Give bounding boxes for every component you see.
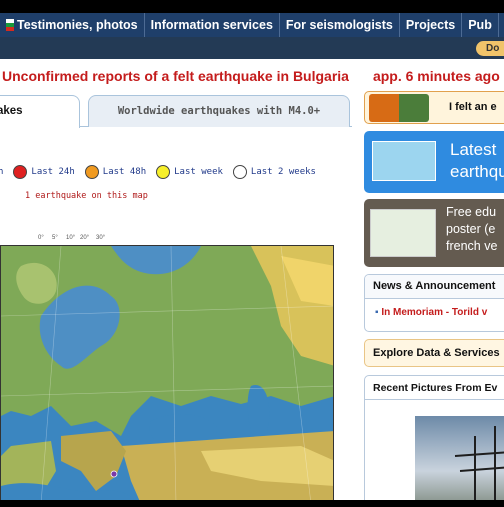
graticule-label: 30°: [96, 235, 106, 241]
poster-text: Free edu poster (e french ve: [446, 204, 497, 255]
graticule-label: 0°: [38, 235, 44, 241]
earthquake-map[interactable]: [0, 245, 334, 500]
tab-worldwide-earthquakes[interactable]: Worldwide earthquakes with M4.0+: [88, 95, 350, 127]
graticule-label: 20°: [80, 235, 90, 241]
power-lines-image: [454, 426, 504, 500]
poster-line-1: Free edu: [446, 205, 497, 219]
nav-item-information-services[interactable]: Information services: [145, 13, 280, 37]
felt-label: I felt an e: [449, 101, 497, 113]
news-heading: News & Announcement: [365, 275, 504, 299]
legend-dot-week-icon: [156, 165, 171, 179]
legend-label-48h: Last 48h: [102, 167, 147, 177]
graticule-label: 10°: [66, 235, 76, 241]
pictures-heading: Recent Pictures From Ev: [365, 376, 504, 400]
nav-item-seismologists[interactable]: For seismologists: [280, 13, 400, 37]
earthquake-count: 1 earthquake on this map: [25, 191, 148, 201]
browser-viewport: Testimonies, photos Information services…: [0, 13, 504, 500]
legend-dot-24h-icon: [13, 165, 28, 179]
banner-time: app. 6 minutes ago: [372, 68, 500, 84]
legend-label-24h: Last 24h: [31, 167, 75, 177]
news-announcements-panel: News & Announcement ▪ In Memoriam - Tori…: [364, 274, 504, 332]
explore-heading: Explore Data & Services: [373, 347, 500, 359]
free-poster-panel[interactable]: Free edu poster (e french ve: [364, 199, 504, 267]
latest-line-2: earthqu: [450, 162, 504, 181]
nav-item-projects[interactable]: Projects: [400, 13, 463, 37]
legend-label-partial: h: [0, 167, 4, 177]
explore-data-panel[interactable]: Explore Data & Services: [364, 339, 504, 367]
latest-title: Latest earthqu: [450, 139, 504, 183]
poster-thumbnail: [370, 209, 436, 257]
legend-dot-2weeks-icon: [232, 165, 247, 179]
nav-item-testimonies[interactable]: Testimonies, photos: [0, 13, 145, 37]
world-map-thumbnail: [372, 141, 436, 181]
legend-label-2weeks: Last 2 weeks: [250, 167, 316, 177]
map-relief-image: [1, 246, 333, 500]
bulgaria-flag-icon: [6, 19, 14, 31]
recent-pictures-panel: Recent Pictures From Ev: [364, 375, 504, 500]
felt-earthquake-icon: [369, 94, 429, 122]
banner-title: Unconfirmed reports of a felt earthquake…: [2, 68, 349, 84]
donate-button[interactable]: Do: [476, 41, 504, 56]
latest-earthquakes-panel[interactable]: Latest earthqu: [364, 131, 504, 193]
graticule-label: 5°: [52, 235, 58, 241]
tab-recent-earthquakes[interactable]: akes: [0, 95, 80, 128]
news-item-link[interactable]: ▪ In Memoriam - Torild v: [375, 307, 487, 318]
poster-line-3: french ve: [446, 239, 498, 253]
map-legend: h Last 24h Last 48h Last week Last 2 wee…: [0, 163, 316, 181]
felt-earthquake-banner[interactable]: Unconfirmed reports of a felt earthquake…: [0, 65, 504, 87]
legend-dot-48h-icon: [84, 165, 99, 179]
poster-line-2: poster (e: [446, 222, 496, 236]
nav-item-publications[interactable]: Pub: [462, 13, 499, 37]
recent-picture-thumbnail[interactable]: [415, 416, 504, 500]
legend-label-week: Last week: [174, 167, 223, 177]
map-tabs: akes Worldwide earthquakes with M4.0+: [0, 93, 352, 128]
main-navigation: Testimonies, photos Information services…: [0, 13, 504, 37]
sub-navigation-bar: [0, 37, 504, 59]
i-felt-an-earthquake-button[interactable]: I felt an e: [364, 91, 504, 124]
latest-line-1: Latest: [450, 140, 497, 159]
